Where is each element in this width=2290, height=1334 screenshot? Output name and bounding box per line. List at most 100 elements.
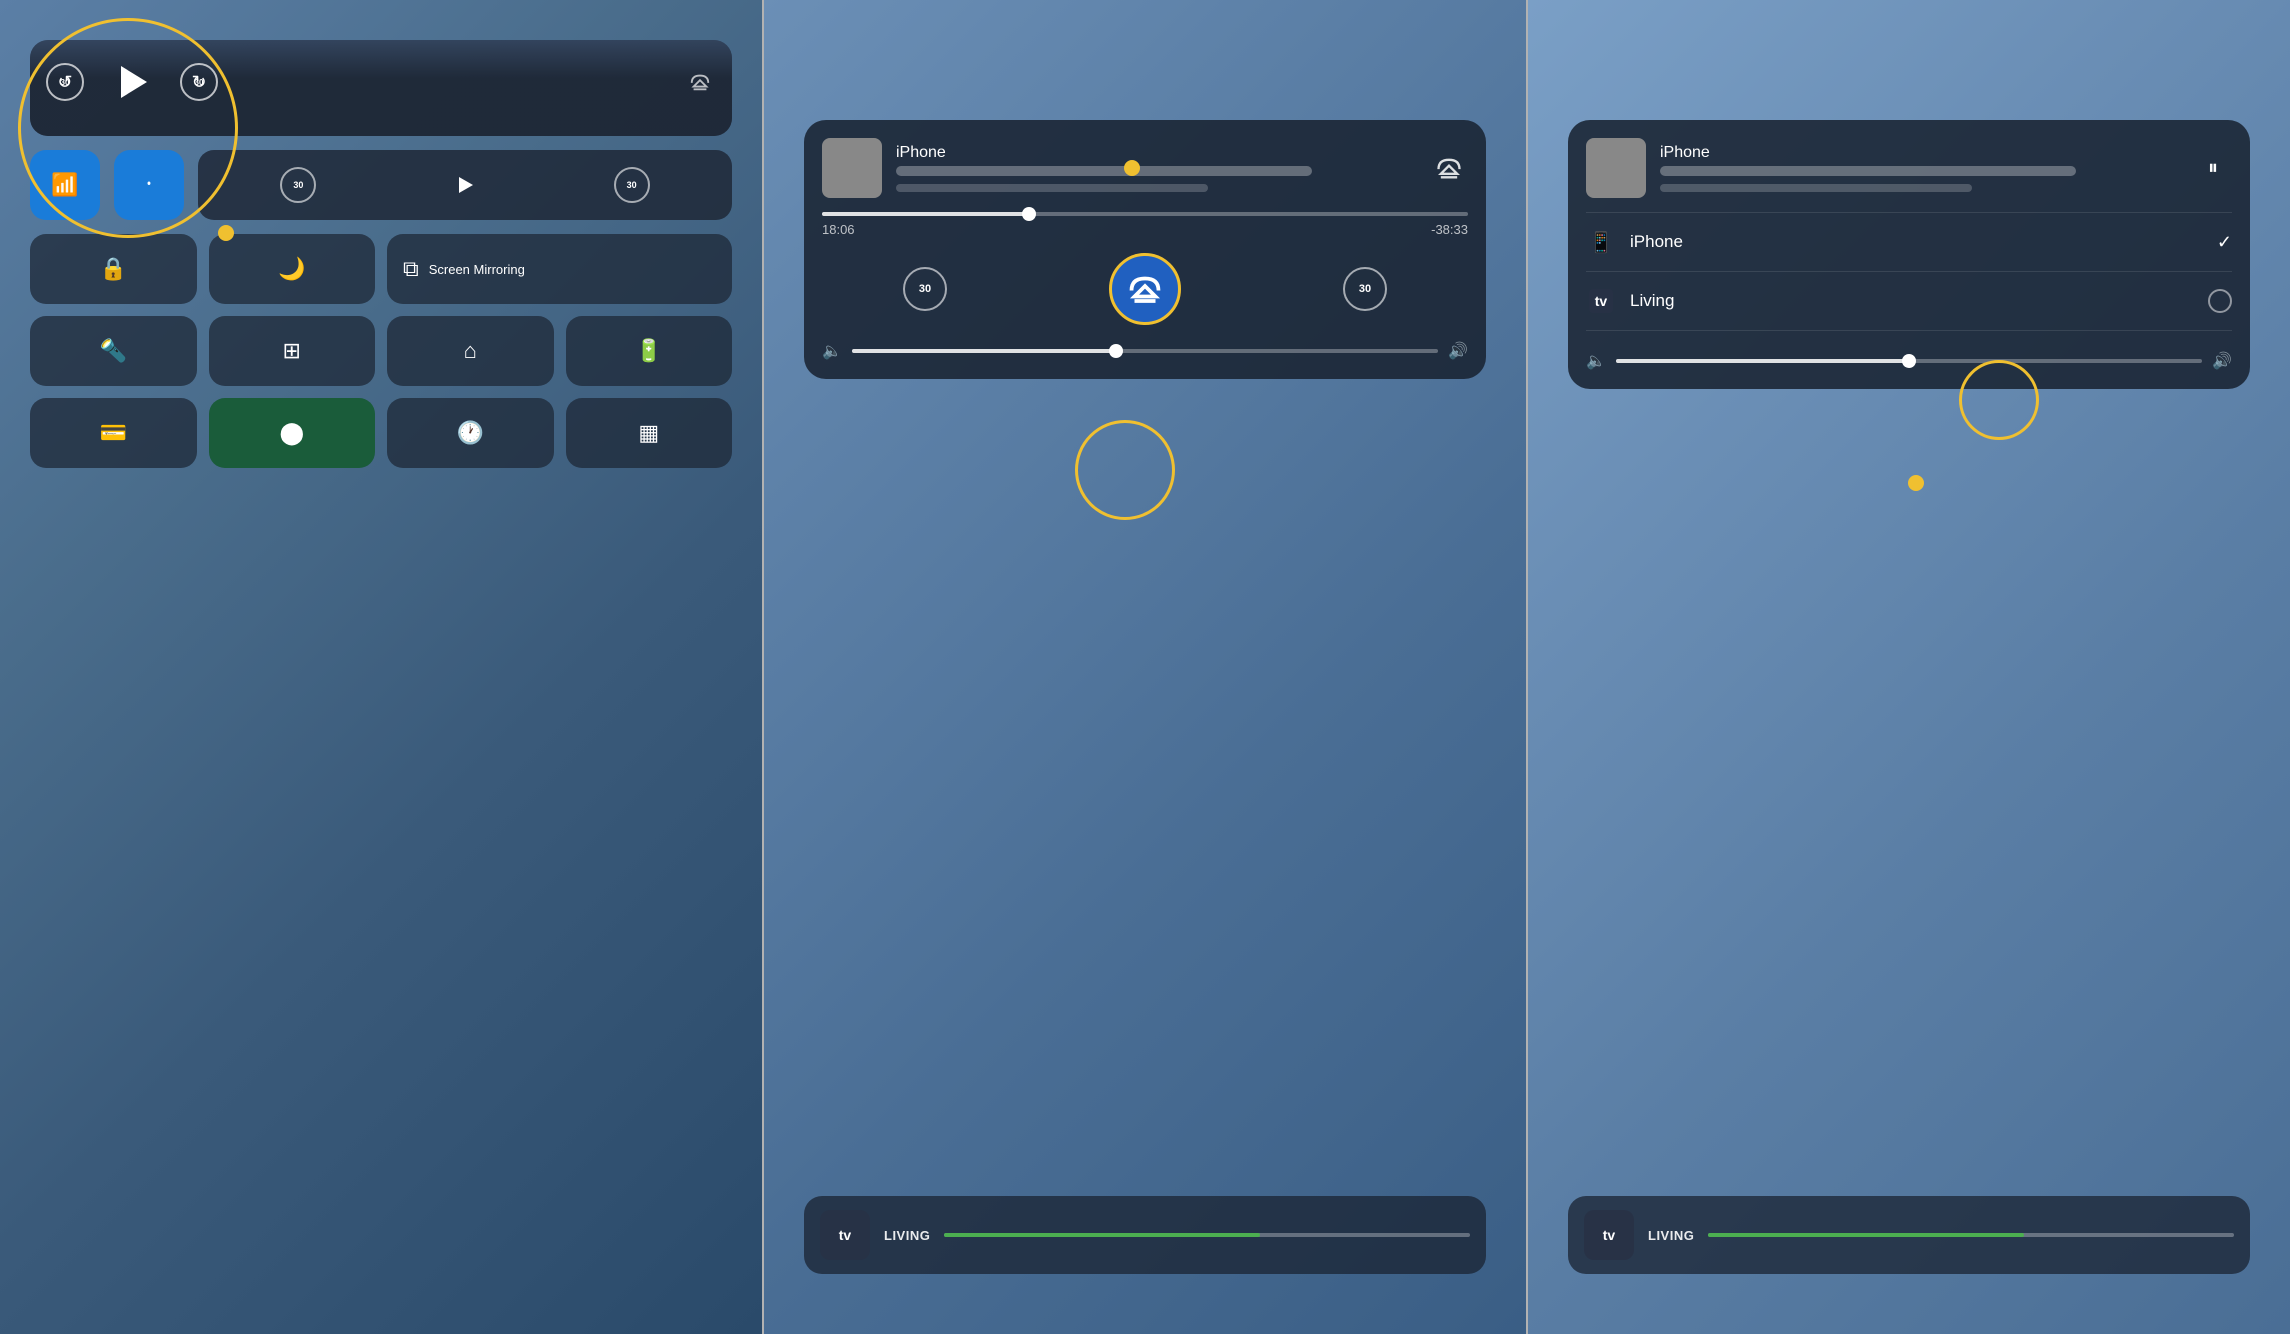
np-top-row: 30 30 xyxy=(46,54,716,110)
volume-bar-p3[interactable] xyxy=(1616,359,2202,363)
device-item-living[interactable]: tv Living xyxy=(1586,272,2232,331)
vol-max-icon-p2: 🔊 xyxy=(1448,341,1468,361)
skip-forward-label-p2: 30 xyxy=(1359,283,1371,295)
mini-play-button[interactable] xyxy=(457,177,473,193)
album-art-p3 xyxy=(1586,138,1646,198)
atv-progress-p2 xyxy=(944,1233,1470,1237)
device-list: 📱 iPhone ✓ tv Living xyxy=(1586,212,2232,331)
skip-forward-p2[interactable]: 30 xyxy=(1343,267,1387,311)
appletv-icon-p2: tv xyxy=(820,1210,870,1260)
device-item-iphone[interactable]: 📱 iPhone ✓ xyxy=(1586,213,2232,272)
skip-back-label: 30 xyxy=(61,78,70,87)
device-name-p2: iPhone xyxy=(896,144,1416,162)
skip-back-button[interactable]: 30 xyxy=(46,63,84,101)
album-art xyxy=(822,138,882,198)
media-subtitle-bar-p3 xyxy=(1660,184,1972,192)
media-title-bar xyxy=(896,166,1312,176)
moon-icon: 🌙 xyxy=(278,256,305,282)
screen-rotation-btn[interactable]: 🔒 xyxy=(30,234,197,304)
now-playing-widget: 30 30 xyxy=(30,40,732,136)
media-text-p3: iPhone xyxy=(1660,144,2180,192)
bluetooth-icon: ᛫ xyxy=(142,172,155,198)
appletv-bar-p3: tv LIVING xyxy=(1568,1196,2250,1274)
device-name-p3: iPhone xyxy=(1660,144,2180,162)
progress-section: 18:06 -38:33 xyxy=(822,212,1468,237)
appletv-icon-p3: tv xyxy=(1584,1210,1634,1260)
vol-min-icon-p2: 🔈 xyxy=(822,341,842,361)
living-radio-circle xyxy=(2208,289,2232,313)
skip-back-label-p2: 30 xyxy=(919,283,931,295)
atv-label-p2: LIVING xyxy=(884,1228,930,1243)
atv-info-p3: LIVING xyxy=(1648,1228,1694,1243)
home-icon: ⌂ xyxy=(464,338,477,364)
appletv-symbol-p2: tv xyxy=(839,1227,851,1243)
progress-handle[interactable] xyxy=(1022,207,1036,221)
panel-device-picker: iPhone ⏸ 📱 iPhone ✓ tv xyxy=(1528,0,2290,1334)
play-icon xyxy=(121,66,147,98)
volume-bar-p2[interactable] xyxy=(852,349,1438,353)
appletv-symbol-p3: tv xyxy=(1603,1227,1615,1243)
volume-fill-p2 xyxy=(852,349,1116,353)
mini-skip-forward-label: 30 xyxy=(627,180,637,190)
appletv-bar-p2: tv LIVING xyxy=(804,1196,1486,1274)
camera-btn[interactable]: ⬤ xyxy=(209,398,376,468)
iphone-device-name: iPhone xyxy=(1630,232,2203,252)
volume-section-p3: 🔈 🔊 xyxy=(1586,351,2232,371)
toggle-row: 📶 ᛫ 30 30 xyxy=(30,150,732,220)
airplay-center-button[interactable] xyxy=(1109,253,1181,325)
time-row: 18:06 -38:33 xyxy=(822,222,1468,237)
media-card: iPhone 18:06 -38:33 xyxy=(804,120,1486,379)
media-title-bar-p3 xyxy=(1660,166,2076,176)
volume-handle-p3[interactable] xyxy=(1902,354,1916,368)
panel-airplay-expanded: iPhone 18:06 -38:33 xyxy=(764,0,1526,1334)
clock-icon: 🕐 xyxy=(457,420,484,446)
iphone-device-icon: 📱 xyxy=(1586,227,1616,257)
device-picker-card: iPhone ⏸ 📱 iPhone ✓ tv xyxy=(1568,120,2250,389)
atv-progress-fill-p3 xyxy=(1708,1233,2023,1237)
play-button-large[interactable] xyxy=(104,54,160,110)
battery-btn[interactable]: 🔋 xyxy=(566,316,733,386)
calculator-btn[interactable]: ⊞ xyxy=(209,316,376,386)
wifi-toggle[interactable]: 📶 xyxy=(30,150,100,220)
skip-back-p2[interactable]: 30 xyxy=(903,267,947,311)
clock-btn[interactable]: 🕐 xyxy=(387,398,554,468)
airplay-header-icon xyxy=(1435,154,1463,182)
appletv-device-icon: tv xyxy=(1586,286,1616,316)
vol-max-icon-p3: 🔊 xyxy=(2212,351,2232,371)
remote-icon: ▦ xyxy=(638,420,659,446)
media-subtitle-bar xyxy=(896,184,1208,192)
iphone-checkmark: ✓ xyxy=(2217,232,2232,253)
np-controls: 30 30 xyxy=(46,54,218,110)
media-text: iPhone xyxy=(896,144,1416,192)
battery-icon: 🔋 xyxy=(635,338,662,364)
mini-skip-back-label: 30 xyxy=(293,180,303,190)
play-pause-button-p3[interactable]: ⏸ xyxy=(2194,149,2232,187)
airplay-icon-small xyxy=(689,71,711,93)
volume-section-p2: 🔈 🔊 xyxy=(822,341,1468,361)
wallet-btn[interactable]: 💳 xyxy=(30,398,197,468)
time-remaining: -38:33 xyxy=(1431,222,1468,237)
airplay-header-btn[interactable] xyxy=(1430,149,1468,187)
screen-mirroring-btn[interactable]: ⧉ Screen Mirroring xyxy=(387,234,732,304)
mirroring-icon: ⧉ xyxy=(403,256,419,282)
vol-min-icon-p3: 🔈 xyxy=(1586,351,1606,371)
do-not-disturb-btn[interactable]: 🌙 xyxy=(209,234,376,304)
icon-grid: 🔒 🌙 ⧉ Screen Mirroring 🔦 ⊞ ⌂ 🔋 💳 xyxy=(30,234,732,468)
appletv-icon-symbol: tv xyxy=(1589,289,1613,313)
bluetooth-toggle[interactable]: ᛫ xyxy=(114,150,184,220)
remote-btn[interactable]: ▦ xyxy=(566,398,733,468)
camera-icon: ⬤ xyxy=(279,420,304,446)
skip-forward-button[interactable]: 30 xyxy=(180,63,218,101)
flashlight-btn[interactable]: 🔦 xyxy=(30,316,197,386)
control-center-container: 30 30 xyxy=(30,40,732,1294)
mini-skip-forward[interactable]: 30 xyxy=(614,167,650,203)
airplay-button-small[interactable] xyxy=(684,66,716,98)
atv-progress-p3 xyxy=(1708,1233,2234,1237)
home-btn[interactable]: ⌂ xyxy=(387,316,554,386)
wallet-icon: 💳 xyxy=(100,420,127,446)
volume-handle-p2[interactable] xyxy=(1109,344,1123,358)
progress-bar[interactable] xyxy=(822,212,1468,216)
atv-label-p3: LIVING xyxy=(1648,1228,1694,1243)
panel-control-center: 30 30 xyxy=(0,0,762,1334)
mini-skip-back[interactable]: 30 xyxy=(280,167,316,203)
